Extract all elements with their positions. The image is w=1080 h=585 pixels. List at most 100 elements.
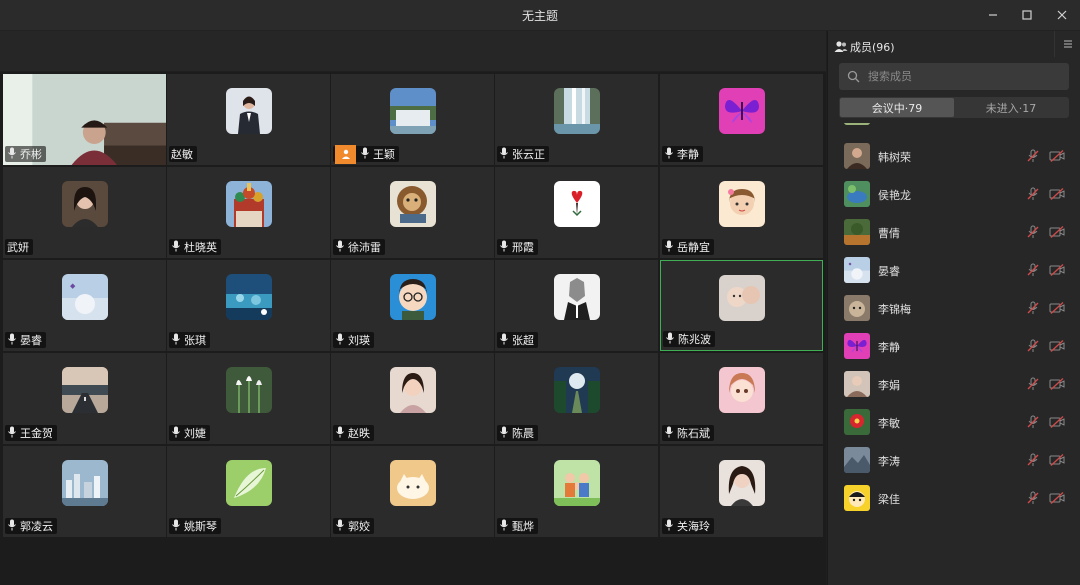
participant-tile[interactable]: 刘瑛 [331,260,494,351]
member-name: 曹倩 [878,227,900,240]
maximize-button[interactable] [1018,6,1036,24]
avatar [718,460,765,506]
participant-name: 邢霞 [512,241,534,254]
avatar [225,181,272,227]
mic-muted-icon[interactable] [1026,491,1040,505]
participant-name-tag: 郭姣 [333,518,374,534]
member-row[interactable]: 梁佳 [828,479,1080,517]
participant-name-tag: 刘婕 [169,425,210,441]
participant-tile[interactable]: 赵昳 [331,353,494,444]
camera-off-icon[interactable] [1049,415,1065,429]
close-button[interactable] [1053,6,1071,24]
member-row[interactable]: 李锦梅 [828,289,1080,327]
avatar [61,367,108,413]
participant-tile[interactable]: 关海玲 [660,446,823,537]
member-list: 韩树荣侯艳龙曹倩 ◆ 晏睿 李锦梅 李静 李娟 李敏 李涛 梁佳 [828,123,1080,585]
participant-tile[interactable]: 赵敏 [167,74,330,165]
member-name: 侯艳龙 [878,189,911,202]
microphone-icon [335,519,348,534]
member-row[interactable]: 李敏 [828,403,1080,441]
mic-muted-icon[interactable] [1026,453,1040,467]
microphone-icon [664,147,677,162]
mic-muted-icon[interactable] [1026,149,1040,163]
participant-tile[interactable]: 邢霞 [495,167,658,258]
participant-tile[interactable]: 岳静宜 [660,167,823,258]
participant-name-tag: 郭凌云 [5,518,57,534]
participant-tile[interactable]: 姚斯琴 [167,446,330,537]
participant-tile[interactable]: 张琪 [167,260,330,351]
participant-tile[interactable]: 陈兆波 [660,260,823,351]
avatar [225,367,272,413]
camera-off-icon[interactable] [1049,377,1065,391]
camera-off-icon[interactable] [1049,263,1065,277]
avatar [389,88,436,134]
participant-tile[interactable]: 刘婕 [167,353,330,444]
participant-name-tag: 晏睿 [5,332,46,348]
member-tabs: 会议中·79 未进入·17 [839,97,1069,118]
camera-off-icon[interactable] [1049,339,1065,353]
participant-tile[interactable]: 王金贺 [3,353,166,444]
mic-muted-icon[interactable] [1026,377,1040,391]
microphone-icon [335,426,348,441]
microphone-icon [7,519,20,534]
participant-name: 郭姣 [348,520,370,533]
mic-muted-icon[interactable] [1026,415,1040,429]
participant-name-tag: 武妍 [5,239,33,255]
avatar [553,274,600,320]
minimize-button[interactable] [984,6,1002,24]
participant-tile[interactable]: 徐沛雷 [331,167,494,258]
member-row[interactable]: 曹倩 [828,213,1080,251]
participant-name: 李静 [677,148,699,161]
mic-muted-icon[interactable] [1026,187,1040,201]
participant-name-tag: 赵昳 [333,425,374,441]
participant-name: 王金贺 [20,427,53,440]
svg-text:◆: ◆ [70,282,76,290]
participant-tile[interactable]: 张云正 [495,74,658,165]
camera-off-icon[interactable] [1049,149,1065,163]
member-row[interactable]: 李静 [828,327,1080,365]
avatar [718,88,765,134]
participant-tile[interactable]: 杜晓英 [167,167,330,258]
avatar [553,88,600,134]
participant-tile[interactable]: 张超 [495,260,658,351]
camera-off-icon[interactable] [1049,491,1065,505]
member-row[interactable]: 韩树荣 [828,137,1080,175]
participant-tile[interactable]: 王颖 [331,74,494,165]
participant-tile[interactable]: 郭凌云 [3,446,166,537]
tab-in-meeting[interactable]: 会议中·79 [840,98,954,117]
tab-not-joined[interactable]: 未进入·17 [954,98,1068,117]
participant-tile[interactable]: 陈晨 [495,353,658,444]
member-row[interactable] [828,123,1080,131]
microphone-icon [7,426,20,441]
participant-tile[interactable]: ◆ 晏睿 [3,260,166,351]
participant-tile[interactable]: 乔彬 [3,74,166,165]
title-bar: 无主题 [0,0,1080,31]
participant-tile[interactable]: 郭姣 [331,446,494,537]
member-row[interactable]: 侯艳龙 [828,175,1080,213]
participant-name-tag: 徐沛雷 [333,239,385,255]
participant-tile[interactable]: 武妍 [3,167,166,258]
participant-name: 甄烨 [512,520,534,533]
camera-off-icon[interactable] [1049,301,1065,315]
participant-name: 刘瑛 [348,334,370,347]
member-row[interactable]: ◆ 晏睿 [828,251,1080,289]
camera-off-icon[interactable] [1049,187,1065,201]
member-row[interactable]: 李涛 [828,441,1080,479]
participant-name: 关海玲 [677,520,710,533]
participant-name-tag: 陈石斌 [662,425,714,441]
mic-muted-icon[interactable] [1026,339,1040,353]
participant-name: 赵敏 [171,148,193,161]
mic-muted-icon[interactable] [1026,263,1040,277]
participant-tile[interactable]: 李静 [660,74,823,165]
search-input[interactable] [866,69,1060,84]
participant-tile[interactable]: 陈石斌 [660,353,823,444]
camera-off-icon[interactable] [1049,453,1065,467]
camera-off-icon[interactable] [1049,225,1065,239]
avatar [844,485,870,511]
mic-muted-icon[interactable] [1026,225,1040,239]
participant-name: 姚斯琴 [184,520,217,533]
participant-tile[interactable]: 甄烨 [495,446,658,537]
panel-menu-button[interactable] [1054,31,1080,57]
mic-muted-icon[interactable] [1026,301,1040,315]
member-row[interactable]: 李娟 [828,365,1080,403]
